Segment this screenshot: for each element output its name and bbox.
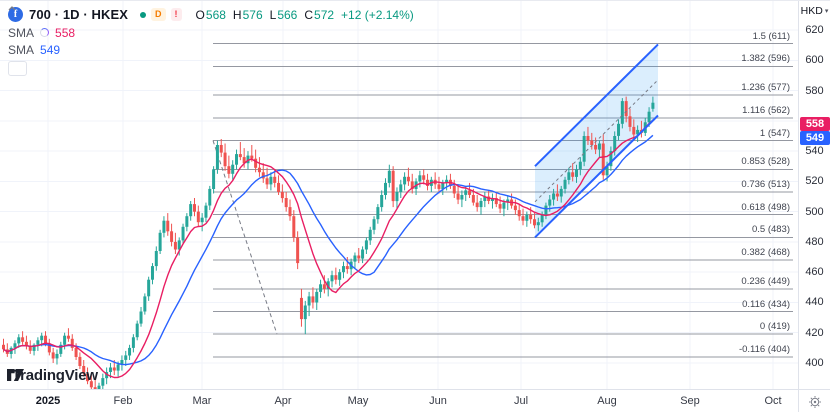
chart-legend: f 700 · 1D · HKEX D ! O 568 H 576 L 566 C 57… [8, 6, 414, 76]
time-label-month: Oct [764, 395, 782, 407]
tradingview-chart-window: 1.5 (611) 1.382 (596) 1.236 (577) 1.116 (56… [0, 0, 830, 412]
fib-level-label: 0.5 (483) [751, 224, 790, 236]
tradingview-logo-icon [7, 369, 24, 381]
price-axis[interactable]: HKD ▾ 620 600 580 540 520 500 480 460 440 420 400 … [798, 1, 830, 389]
indicator-sma-slow[interactable]: SMA 549 [8, 42, 414, 57]
fib-level-label: 0.382 (468) [741, 247, 790, 259]
sma-slow-price-label: 549 [800, 130, 830, 145]
fib-level-label: 0.236 (449) [741, 275, 790, 287]
symbol-title[interactable]: 700 · 1D · HKEX [29, 7, 128, 22]
time-label-month: Jun [429, 395, 447, 407]
chart-plot-area[interactable]: 1.5 (611) 1.382 (596) 1.236 (577) 1.116 (56… [0, 1, 798, 389]
delayed-data-badge[interactable]: D [151, 8, 166, 21]
gear-icon [808, 395, 821, 408]
time-label-month: Feb [113, 395, 133, 407]
open-value: 568 [205, 7, 226, 22]
price-tick-label: 600 [805, 54, 824, 67]
open-label: O [195, 7, 205, 22]
price-tick-label: 620 [805, 24, 824, 36]
currency-label: HKD [800, 5, 823, 17]
price-tick-label: 420 [805, 326, 824, 339]
close-value: 572 [314, 7, 335, 22]
chevron-up-icon [8, 6, 16, 11]
price-tick-label: 580 [805, 84, 824, 97]
fib-level-label: 1 (547) [759, 127, 790, 139]
high-label: H [232, 7, 242, 22]
ohlc-values: O 568 H 576 L 566 C 572 +12 (+2.14%) [196, 8, 414, 22]
fib-level-label: 0.618 (498) [741, 201, 790, 213]
price-tick-label: 500 [805, 205, 824, 218]
fib-level-label: 1.116 (562) [742, 104, 790, 116]
currency-selector[interactable]: HKD ▾ [799, 5, 830, 17]
fib-level-label: -0.116 (404) [738, 343, 790, 355]
time-label-month: Mar [192, 395, 212, 407]
sma-slow-value: 549 [40, 42, 61, 57]
price-tick-label: 460 [805, 266, 824, 279]
time-label-month: May [347, 395, 369, 407]
fib-level-label: 0 (419) [759, 321, 790, 333]
close-label: C [304, 7, 314, 22]
sma-fast-value: 558 [55, 25, 76, 40]
chevron-down-icon: ▾ [824, 8, 829, 15]
time-label-month: Apr [274, 395, 292, 407]
time-label-month: Sep [680, 395, 700, 407]
fib-level-label: 1.236 (577) [741, 82, 790, 94]
high-value: 576 [242, 7, 263, 22]
axis-corner [798, 389, 830, 412]
sma-slow-name: SMA [8, 42, 35, 57]
loading-spinner-icon [40, 28, 50, 37]
time-label-year: 2025 [35, 395, 61, 407]
time-label-month: Aug [597, 395, 617, 407]
low-label: L [269, 7, 277, 22]
fib-level-label: 0.853 (528) [741, 156, 790, 168]
axis-settings-button[interactable] [808, 395, 822, 409]
fib-level-label: 0.736 (513) [741, 179, 790, 190]
tradingview-logo-text: TradingView [12, 367, 98, 384]
price-tick-label: 480 [805, 235, 824, 248]
alert-badge[interactable]: ! [170, 8, 182, 21]
sma-fast-price-label: 558 [800, 116, 830, 131]
price-tick-label: 400 [805, 357, 824, 369]
market-status-dot[interactable] [140, 11, 147, 18]
time-label-month: Jul [513, 395, 529, 407]
change-value: +12 (+2.14%) [341, 7, 414, 22]
sma-fast-name: SMA [8, 25, 35, 40]
fib-level-label: 1.382 (596) [741, 53, 790, 65]
price-tick-label: 540 [805, 145, 824, 158]
legend-collapse-button[interactable] [8, 6, 27, 76]
price-tick-label: 440 [805, 296, 824, 309]
tradingview-logo[interactable]: TradingView [7, 367, 98, 384]
time-axis[interactable]: 2025 Feb Mar Apr May Jun Jul Aug Sep Oct [0, 389, 798, 412]
fib-level-label: 1.5 (611) [752, 30, 790, 42]
indicator-sma-fast[interactable]: SMA 558 [8, 25, 414, 40]
fib-level-label: 0.116 (434) [742, 298, 790, 310]
price-tick-label: 520 [805, 175, 824, 188]
low-value: 566 [277, 7, 298, 22]
